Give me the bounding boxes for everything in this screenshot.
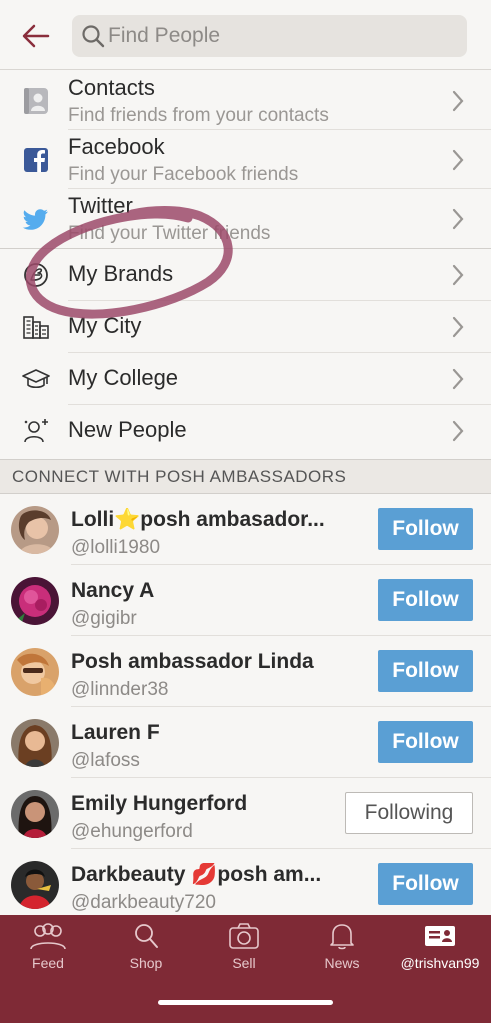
list-item[interactable]: Darkbeauty 💋posh am... @darkbeauty720 Fo… — [0, 849, 491, 920]
search-icon — [80, 23, 106, 49]
menu-item-title: My Brands — [68, 261, 174, 286]
chevron-right-icon — [451, 89, 465, 113]
chevron-right-icon — [451, 367, 465, 391]
home-indicator — [158, 1000, 333, 1005]
facebook-icon — [22, 146, 50, 174]
chevron-right-icon — [451, 148, 465, 172]
find-people-menu: Contacts Find friends from your contacts… — [0, 71, 491, 458]
avatar[interactable] — [11, 648, 59, 696]
list-item[interactable]: Lolli⭐posh ambasador... @lolli1980 Follo… — [0, 494, 491, 565]
section-title: CONNECT WITH POSH AMBASSADORS — [12, 467, 347, 486]
search-input[interactable] — [108, 15, 448, 57]
tab-label: @trishvan99 — [400, 955, 480, 971]
list-item[interactable]: Lauren F @lafoss Follow — [0, 707, 491, 778]
menu-item-title: My College — [68, 365, 179, 390]
menu-item-title: New People — [68, 417, 187, 442]
profile-card-icon — [425, 926, 455, 946]
city-icon — [22, 313, 50, 341]
section-header: CONNECT WITH POSH AMBASSADORS — [0, 459, 491, 494]
person-handle: @linnder38 — [71, 679, 169, 700]
menu-item-title: Twitter — [68, 193, 133, 218]
tab-label: News — [324, 955, 360, 971]
search-bar[interactable] — [72, 15, 467, 57]
bell-icon — [330, 924, 354, 950]
tab-label: Sell — [232, 955, 256, 971]
avatar[interactable] — [11, 790, 59, 838]
camera-icon — [229, 923, 259, 949]
tab-profile[interactable]: @trishvan99 — [392, 921, 488, 981]
chevron-right-icon — [451, 207, 465, 231]
menu-item-subtitle: Find friends from your contacts — [68, 105, 329, 126]
follow-button[interactable]: Follow — [378, 650, 473, 692]
new-people-icon — [22, 417, 50, 445]
college-icon — [22, 365, 50, 393]
person-name: Emily Hungerford — [71, 792, 248, 815]
menu-item-facebook[interactable]: Facebook Find your Facebook friends — [0, 130, 491, 189]
menu-item-title: Contacts — [68, 75, 155, 100]
avatar[interactable] — [11, 577, 59, 625]
list-item[interactable]: Nancy A @gigibr Follow — [0, 565, 491, 636]
follow-button[interactable]: Follow — [378, 721, 473, 763]
tab-sell[interactable]: Sell — [196, 921, 292, 981]
person-handle: @lolli1980 — [71, 537, 161, 558]
person-handle: @gigibr — [71, 608, 137, 629]
feed-icon — [30, 923, 66, 950]
top-bar — [0, 0, 491, 70]
menu-item-title: My City — [68, 313, 142, 338]
menu-item-my-college[interactable]: My College — [0, 353, 491, 405]
tab-news[interactable]: News — [294, 921, 390, 981]
menu-item-contacts[interactable]: Contacts Find friends from your contacts — [0, 71, 491, 130]
tab-label: Shop — [129, 955, 163, 971]
brands-icon — [22, 261, 50, 289]
following-button[interactable]: Following — [345, 792, 473, 834]
follow-button[interactable]: Follow — [378, 579, 473, 621]
person-name: Lolli⭐posh ambasador... — [71, 508, 325, 531]
person-name: Nancy A — [71, 579, 155, 602]
avatar[interactable] — [11, 861, 59, 909]
menu-item-new-people[interactable]: New People — [0, 405, 491, 458]
person-handle: @darkbeauty720 — [71, 892, 216, 913]
person-name: Darkbeauty 💋posh am... — [71, 863, 322, 886]
chevron-right-icon — [451, 419, 465, 443]
follow-button[interactable]: Follow — [378, 508, 473, 550]
person-handle: @lafoss — [71, 750, 140, 771]
tab-label: Feed — [32, 955, 64, 971]
list-item[interactable]: Emily Hungerford @ehungerford Following — [0, 778, 491, 849]
menu-item-my-brands[interactable]: My Brands — [0, 249, 491, 301]
chevron-right-icon — [451, 315, 465, 339]
ambassador-list: Lolli⭐posh ambasador... @lolli1980 Follo… — [0, 494, 491, 920]
menu-item-title: Facebook — [68, 134, 165, 159]
tab-feed[interactable]: Feed — [0, 921, 96, 981]
menu-item-twitter[interactable]: Twitter Find your Twitter friends — [0, 189, 491, 249]
menu-item-subtitle: Find your Twitter friends — [68, 223, 271, 244]
shop-icon — [135, 924, 158, 948]
menu-item-subtitle: Find your Facebook friends — [68, 164, 299, 185]
follow-button[interactable]: Follow — [378, 863, 473, 905]
avatar[interactable] — [11, 719, 59, 767]
person-name: Posh ambassador Linda — [71, 650, 314, 673]
list-item[interactable]: Posh ambassador Linda @linnder38 Follow — [0, 636, 491, 707]
avatar[interactable] — [11, 506, 59, 554]
person-name: Lauren F — [71, 721, 160, 744]
tab-shop[interactable]: Shop — [98, 921, 194, 981]
chevron-right-icon — [451, 263, 465, 287]
back-arrow-icon[interactable] — [18, 20, 54, 52]
person-handle: @ehungerford — [71, 821, 193, 842]
bottom-tab-bar: Feed Shop Sell News @trishvan99 — [0, 915, 491, 1023]
contacts-icon — [22, 87, 50, 115]
twitter-icon — [22, 205, 50, 233]
menu-item-my-city[interactable]: My City — [0, 301, 491, 353]
